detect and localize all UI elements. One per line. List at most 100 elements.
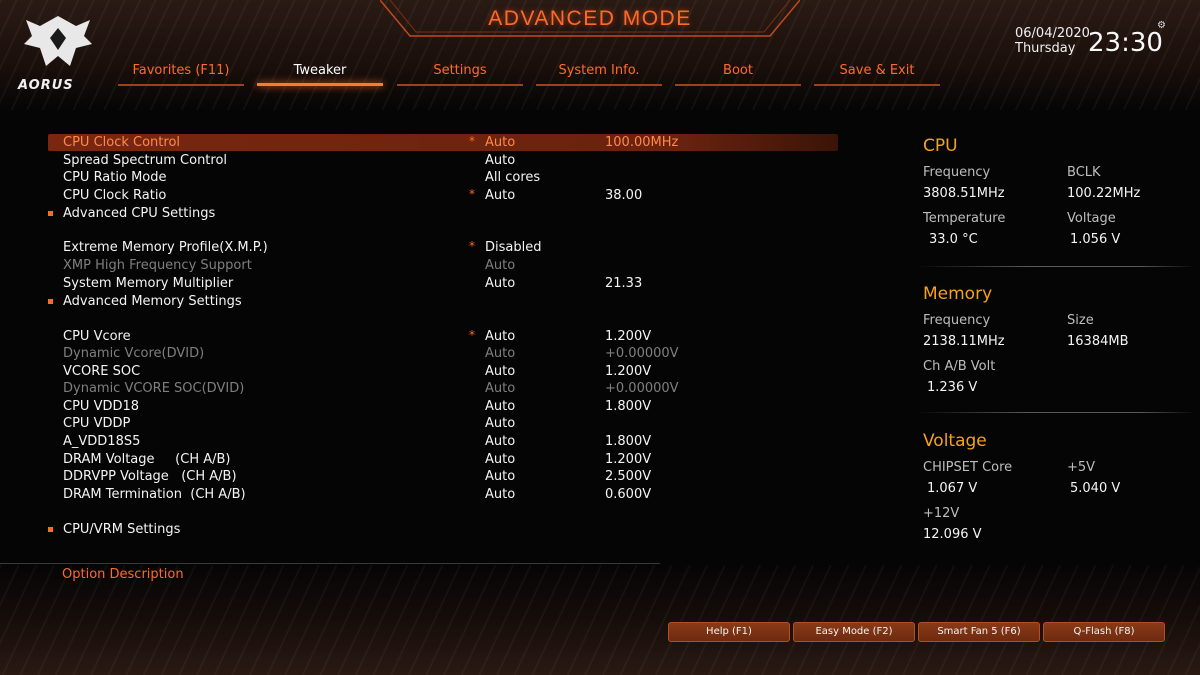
- setting-value: Auto: [485, 434, 516, 449]
- setting-value: Auto: [485, 276, 516, 291]
- cpu-voltage-value: 1.056 V: [1070, 232, 1121, 247]
- setting-value: Auto: [485, 452, 516, 467]
- setting-value: Auto: [485, 487, 516, 502]
- setting-spread-spectrum[interactable]: Spread Spectrum Control Auto: [48, 152, 838, 169]
- setting-value: Auto: [485, 188, 516, 203]
- setting-dynamic-vcore-soc: Dynamic VCORE SOC(DVID) Auto +0.00000V: [48, 380, 838, 397]
- date-display: 06/04/2020 Thursday: [1015, 26, 1090, 56]
- panel-divider: [916, 266, 1196, 267]
- setting-label: CPU VDD18: [63, 399, 140, 414]
- smart-fan-button[interactable]: Smart Fan 5 (F6): [918, 622, 1040, 642]
- setting-label: DRAM Termination (CH A/B): [63, 487, 246, 502]
- date-text: 06/04/2020: [1015, 26, 1090, 41]
- setting-value: Auto: [485, 469, 516, 484]
- setting-dram-voltage[interactable]: DRAM Voltage (CH A/B) Auto 1.200V: [48, 451, 838, 468]
- modified-star-icon: *: [469, 187, 475, 201]
- setting-ddrvpp-voltage[interactable]: DDRVPP Voltage (CH A/B) Auto 2.500V: [48, 468, 838, 485]
- memory-size-label: Size: [1067, 313, 1094, 328]
- setting-current: 21.33: [605, 276, 643, 291]
- setting-value: Auto: [485, 329, 516, 344]
- setting-current: 100.00MHz: [605, 135, 679, 150]
- setting-vcore-soc[interactable]: VCORE SOC Auto 1.200V: [48, 363, 838, 380]
- setting-system-memory-multiplier[interactable]: System Memory Multiplier Auto 21.33: [48, 275, 838, 292]
- option-description: Option Description: [62, 567, 184, 582]
- tab-settings[interactable]: Settings: [397, 62, 523, 86]
- memory-section-title: Memory: [923, 284, 993, 304]
- cpu-frequency-label: Frequency: [923, 165, 991, 180]
- setting-label: VCORE SOC: [63, 364, 141, 379]
- cpu-temperature-value: 33.0 °C: [929, 232, 978, 247]
- setting-cpu-vcore[interactable]: CPU Vcore * Auto 1.200V: [48, 328, 838, 345]
- cpu-section-title: CPU: [923, 136, 958, 156]
- tab-favorites[interactable]: Favorites (F11): [118, 62, 244, 86]
- voltage-section-title: Voltage: [923, 431, 987, 451]
- setting-value: Auto: [485, 381, 516, 396]
- setting-label: Advanced Memory Settings: [63, 294, 242, 309]
- setting-label: DDRVPP Voltage (CH A/B): [63, 469, 237, 484]
- tab-system-info[interactable]: System Info.: [536, 62, 662, 86]
- description-divider: [0, 563, 660, 564]
- setting-dynamic-vcore: Dynamic Vcore(DVID) Auto +0.00000V: [48, 345, 838, 362]
- setting-value: Auto: [485, 364, 516, 379]
- setting-current: 38.00: [605, 188, 643, 203]
- tab-tweaker[interactable]: Tweaker: [257, 62, 383, 86]
- setting-a-vdd18s5[interactable]: A_VDD18S5 Auto 1.800V: [48, 433, 838, 450]
- submenu-bullet-icon: [48, 299, 53, 304]
- panel-divider: [916, 412, 1196, 413]
- setting-xmp-high-frequency: XMP High Frequency Support Auto: [48, 257, 838, 274]
- submenu-bullet-icon: [48, 211, 53, 216]
- submenu-bullet-icon: [48, 527, 53, 532]
- cpu-frequency-value: 3808.51MHz: [923, 186, 1005, 201]
- setting-current: 2.500V: [605, 469, 652, 484]
- setting-value: Auto: [485, 346, 516, 361]
- setting-label: Spread Spectrum Control: [63, 153, 228, 168]
- modified-star-icon: *: [469, 134, 475, 148]
- memory-frequency-value: 2138.11MHz: [923, 334, 1005, 349]
- q-flash-button[interactable]: Q-Flash (F8): [1043, 622, 1165, 642]
- setting-label: Extreme Memory Profile(X.M.P.): [63, 240, 268, 255]
- setting-current: 1.200V: [605, 452, 652, 467]
- tab-save-exit[interactable]: Save & Exit: [814, 62, 940, 86]
- submenu-advanced-memory-settings[interactable]: Advanced Memory Settings: [48, 293, 838, 310]
- memory-size-value: 16384MB: [1067, 334, 1129, 349]
- setting-label: CPU Vcore: [63, 329, 131, 344]
- setting-cpu-ratio-mode[interactable]: CPU Ratio Mode All cores: [48, 169, 838, 186]
- setting-current: 1.800V: [605, 434, 652, 449]
- setting-current: +0.00000V: [605, 346, 679, 361]
- clock-time: 23:30: [1088, 28, 1163, 58]
- weekday-text: Thursday: [1015, 41, 1076, 56]
- plus5v-value: 5.040 V: [1070, 481, 1121, 496]
- setting-label: Dynamic Vcore(DVID): [63, 346, 205, 361]
- cpu-temperature-label: Temperature: [923, 211, 1006, 226]
- tab-boot[interactable]: Boot: [675, 62, 801, 86]
- setting-cpu-vdd18[interactable]: CPU VDD18 Auto 1.800V: [48, 398, 838, 415]
- submenu-cpu-vrm-settings[interactable]: CPU/VRM Settings: [48, 521, 838, 538]
- settings-gear-icon[interactable]: ⚙: [1157, 20, 1166, 31]
- setting-cpu-vddp[interactable]: CPU VDDP Auto: [48, 415, 838, 432]
- memory-volt-label: Ch A/B Volt: [923, 359, 996, 374]
- chipset-core-value: 1.067 V: [927, 481, 978, 496]
- setting-current: 1.200V: [605, 329, 652, 344]
- cpu-bclk-label: BCLK: [1067, 165, 1101, 180]
- setting-label: DRAM Voltage (CH A/B): [63, 452, 231, 467]
- modified-star-icon: *: [469, 239, 475, 253]
- setting-xmp[interactable]: Extreme Memory Profile(X.M.P.) * Disable…: [48, 239, 838, 256]
- setting-label: CPU Ratio Mode: [63, 170, 167, 185]
- memory-frequency-label: Frequency: [923, 313, 991, 328]
- help-button[interactable]: Help (F1): [668, 622, 790, 642]
- setting-label: CPU/VRM Settings: [63, 522, 181, 537]
- setting-cpu-clock-ratio[interactable]: CPU Clock Ratio * Auto 38.00: [48, 187, 838, 204]
- setting-value: Auto: [485, 258, 516, 273]
- setting-label: Advanced CPU Settings: [63, 206, 216, 221]
- setting-label: System Memory Multiplier: [63, 276, 234, 291]
- setting-label: CPU Clock Control: [63, 135, 181, 150]
- setting-cpu-clock-control[interactable]: CPU Clock Control * Auto 100.00MHz: [48, 134, 838, 151]
- setting-dram-termination[interactable]: DRAM Termination (CH A/B) Auto 0.600V: [48, 486, 838, 503]
- setting-label: Dynamic VCORE SOC(DVID): [63, 381, 245, 396]
- setting-current: 1.800V: [605, 399, 652, 414]
- submenu-advanced-cpu-settings[interactable]: Advanced CPU Settings: [48, 205, 838, 222]
- setting-label: CPU Clock Ratio: [63, 188, 167, 203]
- setting-value: Disabled: [485, 240, 542, 255]
- setting-value: Auto: [485, 399, 516, 414]
- easy-mode-button[interactable]: Easy Mode (F2): [793, 622, 915, 642]
